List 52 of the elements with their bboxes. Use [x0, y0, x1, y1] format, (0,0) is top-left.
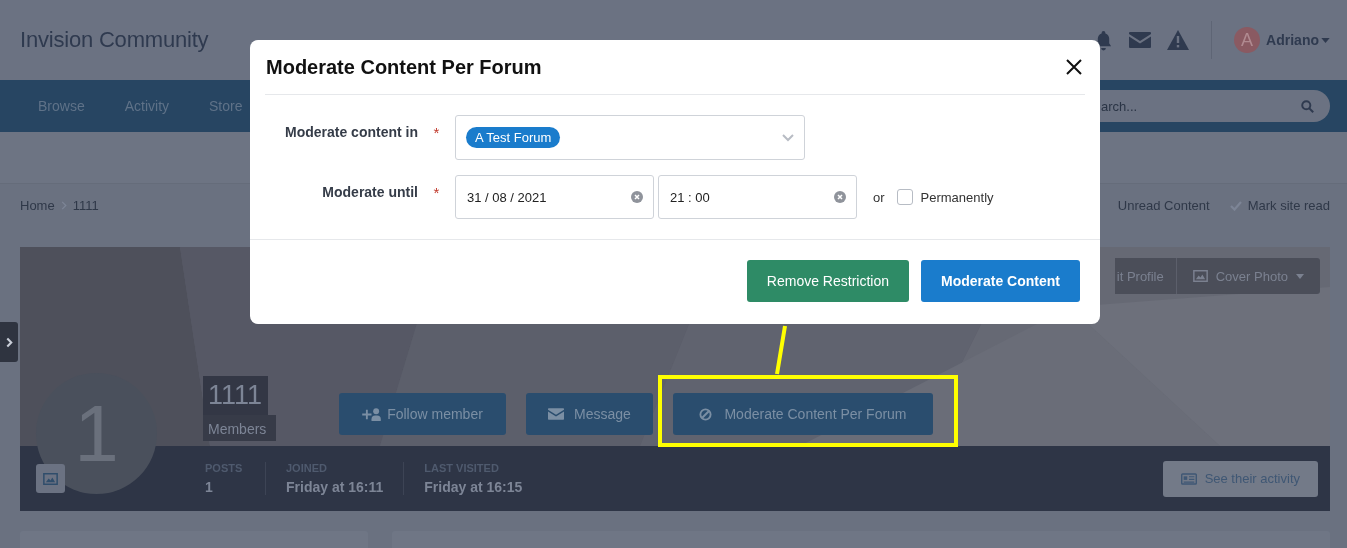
mark-site-read-link[interactable]: Mark site read: [1247, 198, 1330, 213]
newspaper-icon: [1180, 472, 1197, 485]
field-label: Moderate until: [321, 183, 418, 200]
site-title[interactable]: Invision Community: [20, 27, 209, 53]
user-menu[interactable]: Adriano: [1266, 32, 1330, 48]
member-name: 1111: [203, 376, 269, 415]
side-panel-toggle[interactable]: [0, 322, 18, 362]
add-user-icon: [362, 407, 382, 421]
warning-icon[interactable]: [1167, 30, 1190, 50]
leader-line: [775, 325, 787, 375]
clear-icon[interactable]: [834, 191, 846, 203]
breadcrumb-link[interactable]: 1111: [72, 198, 99, 213]
breadcrumb-link[interactable]: Home: [20, 198, 55, 213]
member-group: Members: [203, 415, 277, 441]
required-mark: *: [432, 123, 441, 141]
time-value: 21 : 00: [670, 189, 710, 205]
date-field[interactable]: 31 / 08 / 2021: [455, 175, 654, 219]
close-icon[interactable]: [1066, 59, 1082, 75]
stat-value: Friday at 16:15: [424, 479, 523, 495]
nav-link[interactable]: Activity: [104, 98, 190, 114]
forum-select[interactable]: A Test Forum: [455, 115, 805, 160]
stat-value: Friday at 16:11: [286, 479, 384, 495]
required-mark: *: [432, 183, 441, 201]
image-icon: [1192, 270, 1208, 282]
forum-tag[interactable]: A Test Forum: [466, 127, 561, 148]
caret-icon: [1296, 273, 1304, 279]
chevron-right-icon: [5, 336, 13, 348]
stat-value: 1: [205, 479, 214, 495]
envelope-icon: [548, 408, 565, 420]
time-field[interactable]: 21 : 00: [658, 175, 857, 219]
caret-icon: [1321, 37, 1330, 43]
dialog-title: Moderate Content Per Forum: [266, 55, 542, 79]
follow-member-button[interactable]: Follow member: [339, 393, 506, 435]
change-photo-button[interactable]: [36, 464, 65, 493]
search-field[interactable]: arch...: [1100, 90, 1330, 122]
chevron-down-icon: [782, 133, 794, 142]
unread-content-link[interactable]: Unread Content: [1117, 198, 1210, 213]
ban-icon: [699, 407, 713, 421]
permanently-checkbox[interactable]: [896, 189, 913, 205]
field-label: Moderate content in: [284, 123, 418, 140]
message-button[interactable]: Message: [526, 393, 653, 435]
date-value: 31 / 08 / 2021: [467, 189, 547, 205]
search-icon[interactable]: [1301, 100, 1314, 113]
or-label: or: [873, 189, 885, 205]
checkbox-label: Permanently: [920, 189, 994, 205]
image-icon: [43, 472, 58, 485]
envelope-icon[interactable]: [1129, 32, 1152, 48]
moderate-content-per-forum-button[interactable]: Moderate Content Per Forum: [673, 393, 933, 435]
nav-link[interactable]: Browse: [18, 98, 105, 114]
dialog-button[interactable]: Remove Restriction: [746, 260, 909, 302]
dialog-button[interactable]: Moderate Content: [921, 260, 1080, 302]
clear-icon[interactable]: [631, 191, 643, 203]
